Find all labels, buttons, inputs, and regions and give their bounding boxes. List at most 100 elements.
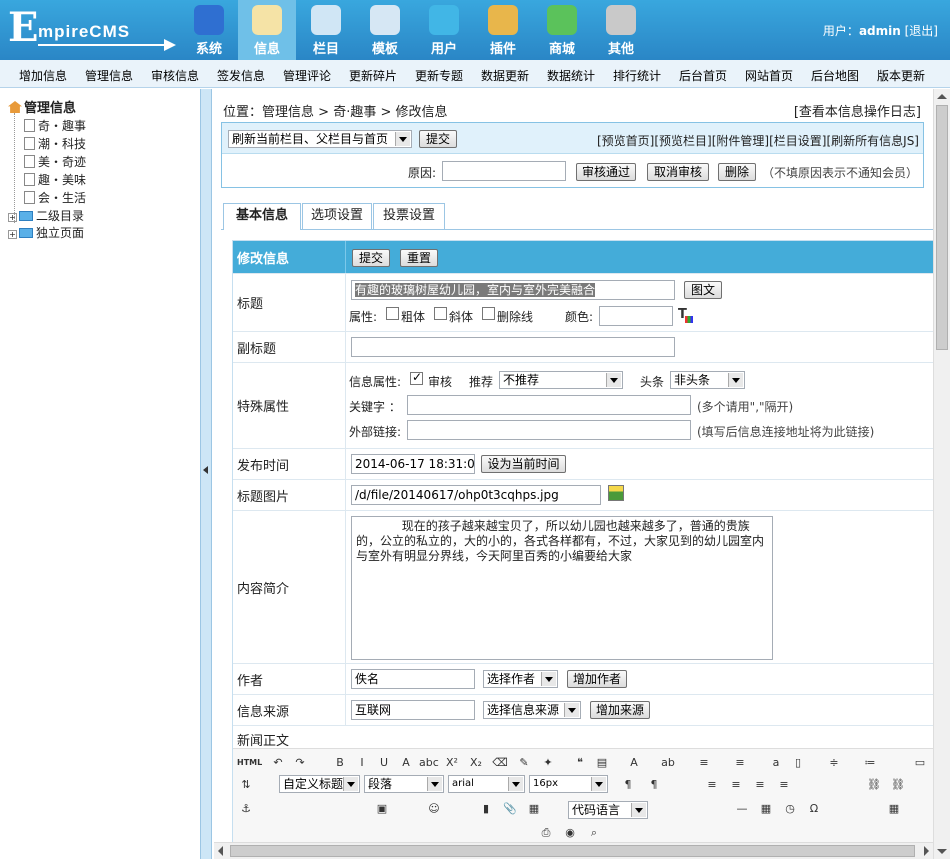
scroll-up-icon[interactable]: [937, 94, 947, 99]
reason-input[interactable]: [442, 161, 566, 181]
scroll-down-icon[interactable]: [937, 849, 947, 854]
superscript-icon[interactable]: X²: [443, 753, 461, 773]
refresh-submit-button[interactable]: 提交: [419, 130, 457, 148]
underline-icon[interactable]: U: [375, 753, 393, 773]
top-link-0[interactable]: [预览首页]: [597, 134, 654, 148]
menu-item-8[interactable]: 数据统计: [547, 67, 595, 84]
form-reset-button[interactable]: 重置: [400, 249, 438, 267]
preview-icon[interactable]: ◉: [561, 823, 579, 842]
menu-item-0[interactable]: 增加信息: [19, 67, 67, 84]
refresh-select[interactable]: 刷新当前栏目、父栏目与首页: [228, 130, 412, 148]
unlink-icon[interactable]: ⛓: [889, 775, 907, 795]
tab-basic-info[interactable]: 基本信息: [223, 203, 301, 230]
image-icon[interactable]: ▣: [373, 799, 391, 819]
code-language-select[interactable]: 代码语言: [568, 801, 648, 819]
titlepic-input[interactable]: /d/file/20140617/ohp0t3cqhps.jpg: [351, 485, 601, 505]
top-link-1[interactable]: [预览栏目]: [654, 134, 711, 148]
delete-button[interactable]: 删除: [718, 163, 756, 181]
author-input[interactable]: 佚名: [351, 669, 475, 689]
top-link-2[interactable]: [附件管理]: [712, 134, 769, 148]
menu-item-9[interactable]: 排行统计: [613, 67, 661, 84]
nav-item-7[interactable]: 其他: [592, 0, 650, 60]
operation-log-link[interactable]: [查看本信息操作日志]: [794, 101, 921, 120]
undo-icon[interactable]: ↶: [269, 753, 287, 773]
anchor-icon[interactable]: ⚓: [237, 799, 255, 819]
breadcrumb-manage[interactable]: 管理信息: [262, 105, 314, 120]
expand-plus-icon[interactable]: +: [8, 213, 17, 222]
size-select[interactable]: 16px: [529, 775, 608, 793]
menu-item-7[interactable]: 数据更新: [481, 67, 529, 84]
form-submit-button[interactable]: 提交: [352, 249, 390, 267]
title-input[interactable]: 有趣的玻璃树屋幼儿园，室内与室外完美融合: [351, 280, 675, 300]
justify-full-icon[interactable]: ≡: [775, 775, 793, 795]
tuwen-button[interactable]: 图文: [684, 281, 722, 299]
source-select[interactable]: 选择信息来源: [483, 701, 581, 719]
justify-center-icon[interactable]: ≡: [727, 775, 745, 795]
source-input[interactable]: 互联网: [351, 700, 475, 720]
add-source-button[interactable]: 增加来源: [590, 701, 650, 719]
menu-item-4[interactable]: 管理评论: [283, 67, 331, 84]
paste-text-icon[interactable]: ▤: [593, 753, 611, 773]
scroll-thumb[interactable]: [936, 105, 948, 350]
vertical-scrollbar[interactable]: [933, 89, 950, 859]
image-select-icon[interactable]: [608, 485, 624, 501]
scroll-right-icon[interactable]: [924, 846, 929, 856]
nav-item-5[interactable]: 插件: [474, 0, 532, 60]
print-icon[interactable]: ⎙: [537, 823, 555, 842]
eraser-icon[interactable]: ⌫: [491, 753, 509, 773]
menu-item-3[interactable]: 签发信息: [217, 67, 265, 84]
subtitle-input[interactable]: [351, 337, 675, 357]
justify-right-icon[interactable]: ≡: [751, 775, 769, 795]
redo-icon[interactable]: ↷: [291, 753, 309, 773]
summary-textarea[interactable]: 现在的孩子越来越宝贝了，所以幼儿园也越来越多了，普通的贵族的，公立的私立的，大的…: [351, 516, 773, 660]
quote-icon[interactable]: ❝: [571, 753, 589, 773]
recommend-select[interactable]: 不推荐: [499, 371, 623, 389]
page-icon[interactable]: ▯: [789, 753, 807, 773]
tab-vote[interactable]: 投票设置: [373, 203, 445, 229]
headline-select[interactable]: 非头条: [670, 371, 745, 389]
row-spacing-icon[interactable]: ⇅: [237, 775, 255, 795]
expand-plus-icon[interactable]: +: [8, 230, 17, 239]
audit-pass-button[interactable]: 审核通过: [576, 163, 636, 181]
text-icon[interactable]: a: [767, 753, 785, 773]
fullscreen-icon[interactable]: ▭: [911, 753, 929, 773]
tree-folder[interactable]: + 二级目录: [8, 207, 84, 224]
panel-splitter[interactable]: [200, 89, 212, 859]
attachment-icon[interactable]: 📎: [501, 799, 519, 819]
nav-item-0[interactable]: 系统: [180, 0, 238, 60]
font-border-icon[interactable]: A: [397, 753, 415, 773]
color-picker-icon[interactable]: T: [678, 307, 694, 323]
nav-item-4[interactable]: 用户: [415, 0, 473, 60]
logout-link[interactable]: [退出]: [905, 24, 938, 38]
menu-item-6[interactable]: 更新专题: [415, 67, 463, 84]
nav-item-2[interactable]: 栏目: [297, 0, 355, 60]
extlink-input[interactable]: [407, 420, 691, 440]
scroll-left-icon[interactable]: [218, 846, 223, 856]
color-input[interactable]: [599, 306, 673, 326]
link-icon[interactable]: ⛓: [865, 775, 883, 795]
video-icon[interactable]: ▮: [477, 799, 495, 819]
menu-item-2[interactable]: 审核信息: [151, 67, 199, 84]
audit-checkbox[interactable]: [410, 370, 423, 385]
menu-item-10[interactable]: 后台首页: [679, 67, 727, 84]
justify-left-icon[interactable]: ≡: [703, 775, 721, 795]
tab-options[interactable]: 选项设置: [302, 203, 372, 229]
horizontal-line-icon[interactable]: —: [733, 799, 751, 819]
tree-root[interactable]: 管理信息: [8, 97, 76, 116]
pubtime-input[interactable]: 2014-06-17 18:31:04: [351, 454, 475, 474]
bold-icon[interactable]: B: [331, 753, 349, 773]
emotion-icon[interactable]: ☺: [425, 799, 443, 819]
tree-item[interactable]: 美・奇迹: [24, 153, 86, 170]
menu-item-11[interactable]: 网站首页: [745, 67, 793, 84]
author-select[interactable]: 选择作者: [483, 670, 558, 688]
map-icon[interactable]: ▦: [525, 799, 543, 819]
set-now-button[interactable]: 设为当前时间: [481, 455, 566, 473]
top-link-3[interactable]: [栏目设置]: [769, 134, 826, 148]
nav-item-3[interactable]: 模板: [356, 0, 414, 60]
ltr-icon[interactable]: ¶: [619, 775, 637, 795]
horizontal-scrollbar[interactable]: [214, 842, 933, 859]
paragraph-icon[interactable]: ≔: [861, 753, 879, 773]
background-color-icon[interactable]: ab: [659, 753, 677, 773]
time-icon[interactable]: ◷: [781, 799, 799, 819]
tree-item[interactable]: 趣・美味: [24, 171, 86, 188]
